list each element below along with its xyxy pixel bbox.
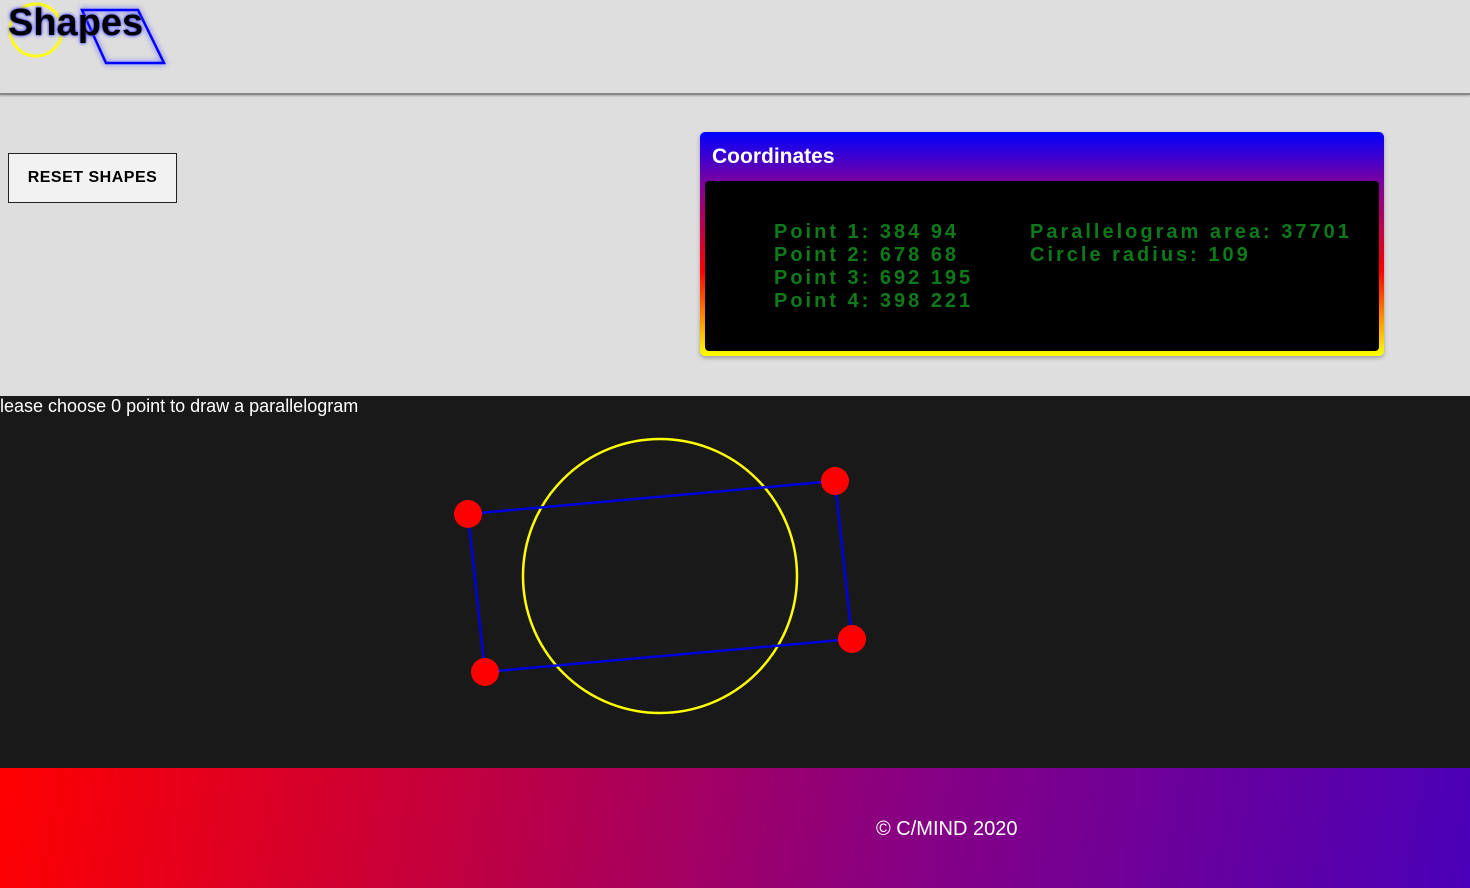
copyright-text: © C/MIND 2020 — [876, 818, 1018, 840]
coordinates-panel: Coordinates Point 1: 384 94 Point 2: 678… — [700, 132, 1384, 356]
point-3-handle[interactable] — [838, 625, 866, 653]
shape-metrics: Parallelogram area: 37701 Circle radius:… — [1030, 221, 1352, 267]
point-2-handle[interactable] — [821, 467, 849, 495]
circle-radius-readout: Circle radius: 109 — [1030, 244, 1251, 266]
drawing-canvas[interactable]: lease choose 0 point to draw a parallelo… — [0, 396, 1470, 768]
coordinates-title: Coordinates — [712, 145, 835, 168]
point-4-handle[interactable] — [471, 658, 499, 686]
instruction-message: lease choose 0 point to draw a parallelo… — [0, 396, 359, 416]
header: Shapes — [0, 0, 1470, 95]
point-1-readout: Point 1: 384 94 — [774, 221, 960, 243]
circle-shape — [521, 437, 799, 715]
coordinates-display: Point 1: 384 94 Point 2: 678 68 Point 3:… — [705, 181, 1379, 351]
parallelogram-shape — [466, 479, 854, 674]
parallelogram-area-readout: Parallelogram area: 37701 — [1030, 221, 1352, 243]
logo-text: Shapes — [8, 2, 144, 44]
points-list: Point 1: 384 94 Point 2: 678 68 Point 3:… — [774, 221, 973, 313]
footer: © C/MIND 2020 — [0, 768, 1470, 888]
point-2-readout: Point 2: 678 68 — [774, 244, 960, 266]
canvas-drawing[interactable] — [0, 396, 1470, 768]
point-3-readout: Point 3: 692 195 — [774, 267, 974, 289]
logo[interactable]: Shapes — [0, 0, 180, 80]
point-1-handle[interactable] — [454, 500, 482, 528]
reset-shapes-button[interactable]: RESET SHAPES — [8, 153, 177, 203]
point-4-readout: Point 4: 398 221 — [774, 290, 974, 312]
